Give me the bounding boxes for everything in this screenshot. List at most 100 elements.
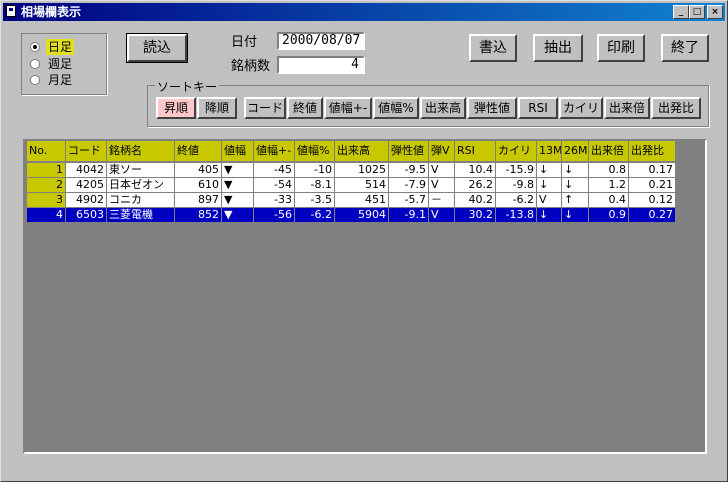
cell-start-ratio[interactable]: 0.21 xyxy=(629,178,676,193)
cell-26m[interactable]: ↓ xyxy=(562,208,589,223)
sort-key-elasticity[interactable]: 弾性値 xyxy=(467,97,517,119)
cell-change[interactable]: -33 xyxy=(254,193,295,208)
cell-start-ratio[interactable]: 0.27 xyxy=(629,208,676,223)
cell-rsi[interactable]: 10.4 xyxy=(455,163,496,178)
cell-code[interactable]: 6503 xyxy=(66,208,107,223)
header-change[interactable]: 値幅+- xyxy=(254,141,295,162)
cell-dir[interactable]: ▼ xyxy=(222,208,254,223)
cell-volume[interactable]: 1025 xyxy=(335,163,389,178)
cell-name[interactable]: 日本ゼオン xyxy=(107,178,175,193)
sort-key-change-pct[interactable]: 値幅% xyxy=(373,97,419,119)
cell-volume-ratio[interactable]: 0.9 xyxy=(589,208,629,223)
cell-13m[interactable]: ↓ xyxy=(537,163,562,178)
cell-elasticity[interactable]: -7.9 xyxy=(389,178,429,193)
cell-elasticity[interactable]: -9.1 xyxy=(389,208,429,223)
cell-change[interactable]: -54 xyxy=(254,178,295,193)
cell-no[interactable]: 4 xyxy=(27,208,66,223)
cell-deviation[interactable]: -15.9 xyxy=(496,163,537,178)
cell-code[interactable]: 4205 xyxy=(66,178,107,193)
sort-key-code[interactable]: コード xyxy=(244,97,286,119)
cell-change[interactable]: -56 xyxy=(254,208,295,223)
exit-button[interactable]: 終了 xyxy=(661,34,709,62)
sort-key-deviation[interactable]: カイリ xyxy=(559,97,603,119)
sort-key-close[interactable]: 終値 xyxy=(287,97,323,119)
cell-no[interactable]: 2 xyxy=(27,178,66,193)
cell-volume[interactable]: 451 xyxy=(335,193,389,208)
cell-close[interactable]: 610 xyxy=(175,178,222,193)
cell-volume-ratio[interactable]: 1.2 xyxy=(589,178,629,193)
cell-volume-ratio[interactable]: 0.8 xyxy=(589,163,629,178)
header-rsi[interactable]: RSI xyxy=(455,141,496,162)
header-code[interactable]: コード xyxy=(66,141,107,162)
cell-change[interactable]: -45 xyxy=(254,163,295,178)
sort-desc-button[interactable]: 降順 xyxy=(197,97,237,119)
cell-elasticity[interactable]: -9.5 xyxy=(389,163,429,178)
title-bar[interactable]: 相場欄表示 _ □ × xyxy=(3,3,725,21)
cell-13m[interactable]: V xyxy=(537,193,562,208)
cell-change-pct[interactable]: -3.5 xyxy=(295,193,335,208)
header-volume-ratio[interactable]: 出来倍 xyxy=(589,141,629,162)
cell-elasticity[interactable]: -5.7 xyxy=(389,193,429,208)
write-button[interactable]: 書込 xyxy=(469,34,517,62)
cell-change-pct[interactable]: -6.2 xyxy=(295,208,335,223)
cell-rsi[interactable]: 40.2 xyxy=(455,193,496,208)
cell-start-ratio[interactable]: 0.12 xyxy=(629,193,676,208)
cell-26m[interactable]: ↓ xyxy=(562,163,589,178)
quote-grid[interactable]: No. コード 銘柄名 終値 値幅 値幅+- 値幅% 出来高 弾性値 弾V RS… xyxy=(23,139,707,454)
header-no[interactable]: No. xyxy=(27,141,66,162)
cell-name[interactable]: 東ソー xyxy=(107,163,175,178)
cell-dir[interactable]: ▼ xyxy=(222,178,254,193)
cell-close[interactable]: 405 xyxy=(175,163,222,178)
date-field[interactable]: 2000/08/07 xyxy=(277,32,365,50)
sort-key-change[interactable]: 値幅+- xyxy=(324,97,372,119)
minimize-button[interactable]: _ xyxy=(673,5,689,19)
header-deviation[interactable]: カイリ xyxy=(496,141,537,162)
cell-close[interactable]: 897 xyxy=(175,193,222,208)
extract-button[interactable]: 抽出 xyxy=(533,34,583,62)
header-26m[interactable]: 26M xyxy=(562,141,589,162)
cell-name[interactable]: 三菱電機 xyxy=(107,208,175,223)
header-change-dir[interactable]: 値幅 xyxy=(222,141,254,162)
cell-deviation[interactable]: -9.8 xyxy=(496,178,537,193)
cell-change-pct[interactable]: -8.1 xyxy=(295,178,335,193)
cell-volume[interactable]: 514 xyxy=(335,178,389,193)
cell-dir[interactable]: ▼ xyxy=(222,193,254,208)
cell-elasticity-v[interactable]: － xyxy=(429,193,455,208)
sort-key-start-ratio[interactable]: 出発比 xyxy=(651,97,701,119)
app-icon[interactable] xyxy=(6,5,16,17)
print-button[interactable]: 印刷 xyxy=(597,34,645,62)
cell-close[interactable]: 852 xyxy=(175,208,222,223)
sort-key-volume-ratio[interactable]: 出来倍 xyxy=(604,97,650,119)
cell-dir[interactable]: ▼ xyxy=(222,163,254,178)
count-field[interactable]: 4 xyxy=(277,56,365,74)
cell-elasticity-v[interactable]: V xyxy=(429,178,455,193)
maximize-button[interactable]: □ xyxy=(689,5,705,19)
cell-13m[interactable]: ↓ xyxy=(537,208,562,223)
cell-volume[interactable]: 5904 xyxy=(335,208,389,223)
sort-asc-button[interactable]: 昇順 xyxy=(156,97,196,119)
cell-code[interactable]: 4902 xyxy=(66,193,107,208)
read-button[interactable]: 読込 xyxy=(126,33,188,63)
cell-26m[interactable]: ↑ xyxy=(562,193,589,208)
header-start-ratio[interactable]: 出発比 xyxy=(629,141,676,162)
header-name[interactable]: 銘柄名 xyxy=(107,141,175,162)
cell-start-ratio[interactable]: 0.17 xyxy=(629,163,676,178)
cell-volume-ratio[interactable]: 0.4 xyxy=(589,193,629,208)
cell-13m[interactable]: ↓ xyxy=(537,178,562,193)
cell-elasticity-v[interactable]: V xyxy=(429,208,455,223)
cell-code[interactable]: 4042 xyxy=(66,163,107,178)
cell-name[interactable]: コニカ xyxy=(107,193,175,208)
sort-key-rsi[interactable]: RSI xyxy=(518,97,558,119)
header-volume[interactable]: 出来高 xyxy=(335,141,389,162)
header-elasticity[interactable]: 弾性値 xyxy=(389,141,429,162)
header-close[interactable]: 終値 xyxy=(175,141,222,162)
header-13m[interactable]: 13M xyxy=(537,141,562,162)
cell-no[interactable]: 3 xyxy=(27,193,66,208)
cell-rsi[interactable]: 26.2 xyxy=(455,178,496,193)
cell-change-pct[interactable]: -10 xyxy=(295,163,335,178)
cell-elasticity-v[interactable]: V xyxy=(429,163,455,178)
cell-rsi[interactable]: 30.2 xyxy=(455,208,496,223)
header-elasticity-v[interactable]: 弾V xyxy=(429,141,455,162)
header-change-pct[interactable]: 値幅% xyxy=(295,141,335,162)
close-button[interactable]: × xyxy=(707,5,723,19)
